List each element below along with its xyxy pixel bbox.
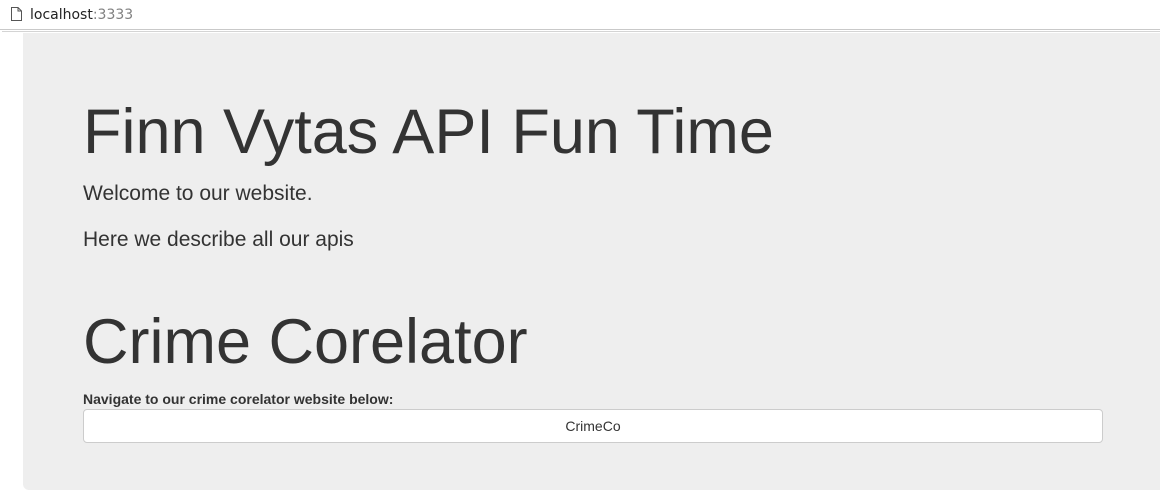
- navigate-label: Navigate to our crime corelator website …: [83, 391, 394, 407]
- page-icon: [11, 7, 22, 21]
- url-text[interactable]: localhost:3333: [30, 6, 133, 24]
- page-title: Finn Vytas API Fun Time: [83, 97, 774, 167]
- welcome-text: Welcome to our website.: [83, 182, 313, 205]
- divider: [2, 31, 1160, 32]
- crimeco-button[interactable]: CrimeCo: [83, 409, 1103, 443]
- url-port: :3333: [92, 7, 134, 23]
- crime-section-title: Crime Corelator: [83, 307, 528, 377]
- jumbotron: Finn Vytas API Fun Time Welcome to our w…: [23, 33, 1160, 490]
- description-text: Here we describe all our apis: [83, 228, 354, 251]
- address-bar[interactable]: localhost:3333: [0, 0, 1160, 30]
- url-host: localhost: [30, 7, 93, 23]
